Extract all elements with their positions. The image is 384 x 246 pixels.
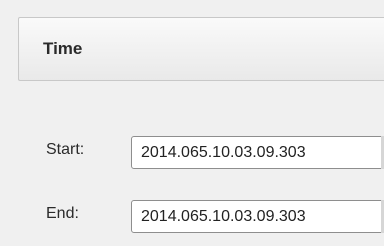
- start-label: Start:: [46, 141, 85, 158]
- end-time-input[interactable]: [131, 200, 384, 233]
- start-time-input[interactable]: [131, 136, 384, 169]
- time-panel: Time Start: End:: [0, 0, 384, 246]
- time-section-header[interactable]: Time: [18, 17, 384, 81]
- time-section-title: Time: [43, 39, 83, 58]
- end-label: End:: [46, 205, 79, 222]
